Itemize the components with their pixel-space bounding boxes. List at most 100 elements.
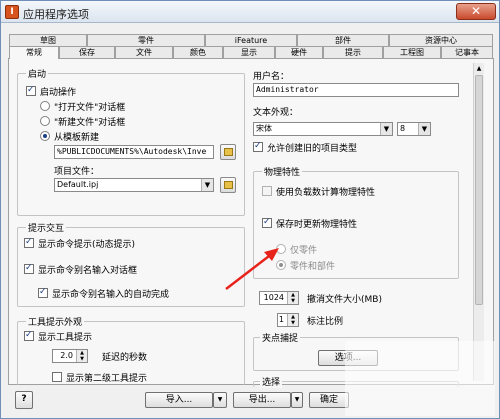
physical-group-title: 物理特性 [262, 165, 303, 178]
open-dialog-radio[interactable] [40, 101, 50, 111]
undo-size-value: 1024 [263, 293, 284, 302]
help-button[interactable]: ? [15, 391, 33, 409]
project-file-label: 项目文件： [54, 167, 100, 177]
close-button[interactable]: ✕ [456, 3, 496, 20]
watermark-overlay [345, 341, 495, 416]
chevron-down-icon: ▼ [294, 396, 300, 403]
window-title: 应用程序选项 [23, 8, 89, 21]
show-tooltips-checkbox[interactable] [24, 330, 34, 341]
tab-drawing[interactable]: 工程图 [383, 46, 441, 58]
general-tab-panel: 启动 启动操作 "打开文件"对话框 "新建文件"对话框 从模板新建 %PUBLI… [8, 58, 494, 388]
tab-part[interactable]: 零件 [87, 34, 205, 46]
ok-button[interactable]: 确定 [309, 392, 349, 408]
font-value: 宋体 [256, 124, 272, 133]
title-bar: I 应用程序选项 ✕ [1, 1, 499, 23]
user-name-field[interactable]: Administrator [253, 83, 459, 97]
chevron-down-icon: ▼ [380, 123, 392, 135]
folder-icon [224, 148, 233, 156]
prompt-group-title: 提示交互 [26, 221, 67, 234]
font-size-select[interactable]: 8 ▼ [397, 122, 431, 136]
allow-type-checkbox[interactable] [253, 141, 263, 152]
project-browse-button[interactable] [220, 177, 236, 193]
tooltip-group-title: 工具提示外观 [26, 315, 85, 328]
options-dialog: I 应用程序选项 ✕ 草图 零件 iFeature 部件 资源中心 常规 保存 … [0, 0, 500, 419]
project-file-select[interactable]: Default.ipj ▼ [54, 178, 214, 192]
project-file-value: Default.ipj [57, 180, 99, 189]
tab-save[interactable]: 保存 [59, 46, 115, 58]
import-dropdown-button[interactable]: ▼ [213, 392, 227, 408]
startup-group: 启动 启动操作 "打开文件"对话框 "新建文件"对话框 从模板新建 %PUBLI… [17, 67, 245, 216]
selection-group-title: 选择 [260, 375, 283, 388]
template-path-field[interactable]: %PUBLICDOCUMENTS%\Autodesk\Inve [54, 145, 214, 159]
text-appearance-label: 文本外观： [253, 108, 299, 118]
tab-color[interactable]: 颜色 [173, 46, 223, 58]
dimension-scale-spinner[interactable]: 1 ▲ ▼ [277, 313, 299, 327]
tab-prompts[interactable]: 提示 [323, 46, 383, 58]
show-second-level-checkbox[interactable] [52, 372, 62, 382]
folder-icon [224, 181, 233, 189]
show-command-prompt-label: 显示命令提示(动态提示) [38, 240, 136, 250]
tab-assembly[interactable]: 部件 [297, 34, 389, 46]
import-button[interactable]: 导入... [145, 392, 213, 408]
show-alias-autocomplete-label: 显示命令别名输入的自动完成 [52, 290, 170, 300]
template-browse-button[interactable] [220, 144, 236, 160]
font-size-value: 8 [400, 124, 406, 133]
tab-notebook[interactable]: 记事本 [441, 46, 493, 58]
show-second-level-label: 显示第二级工具提示 [66, 374, 148, 384]
export-button[interactable]: 导出... [233, 392, 291, 408]
parts-and-assemblies-label: 零件和部件 [290, 262, 336, 272]
parts-only-label: 仅零件 [290, 246, 318, 256]
parts-only-radio[interactable] [276, 244, 286, 254]
physical-properties-group: 物理特性 使用负载数计算物理特性 保存时更新物理特性 仅零件 零件和部件 [253, 165, 459, 279]
dimension-scale-value: 1 [278, 315, 284, 324]
use-previous-checkbox[interactable] [262, 186, 272, 196]
tooltip-group: 工具提示外观 显示工具提示 2.0 ▲▼ 延迟的秒数 显示第二级工具提示 [17, 315, 245, 385]
inventor-logo-icon: I [5, 5, 19, 19]
open-dialog-label: "打开文件"对话框 [54, 103, 126, 113]
new-dialog-label: "新建文件"对话框 [54, 118, 126, 128]
startup-action-checkbox[interactable] [26, 85, 36, 96]
use-previous-label: 使用负载数计算物理特性 [276, 188, 376, 198]
spin-arrows-icon[interactable]: ▲ ▼ [76, 350, 87, 362]
show-alias-dialog-label: 显示命令别名输入对话框 [38, 266, 138, 276]
allow-type-label: 允许创建旧的项目类型 [267, 144, 358, 154]
startup-action-label: 启动操作 [40, 88, 77, 98]
show-alias-dialog-checkbox[interactable] [24, 263, 34, 274]
tab-display[interactable]: 显示 [223, 46, 275, 58]
chevron-down-icon: ▼ [418, 123, 430, 135]
undo-size-label: 撤消文件大小(MB) [307, 295, 382, 305]
show-tooltips-label: 显示工具提示 [38, 333, 93, 343]
tooltip-delay-spinner[interactable]: 2.0 ▲ ▼ [52, 349, 88, 363]
update-on-save-label: 保存时更新物理特性 [276, 220, 358, 230]
startup-group-title: 启动 [26, 67, 49, 80]
tooltip-delay-value: 2.0 [60, 351, 73, 360]
from-template-label: 从模板新建 [54, 133, 100, 143]
spin-arrows-icon[interactable]: ▲ ▼ [287, 292, 298, 304]
undo-size-spinner[interactable]: 1024 ▲ ▼ [259, 291, 299, 305]
tab-sketch[interactable]: 草图 [9, 34, 87, 46]
export-dropdown-button[interactable]: ▼ [291, 392, 303, 408]
chevron-down-icon: ▼ [201, 179, 213, 191]
tab-file[interactable]: 文件 [115, 46, 173, 58]
from-template-radio[interactable] [40, 131, 50, 141]
panel-scrollbar[interactable]: ▲ [473, 63, 484, 381]
spin-arrows-icon[interactable]: ▲ ▼ [287, 314, 298, 326]
show-command-prompt-checkbox[interactable] [24, 237, 34, 248]
scroll-up-icon[interactable]: ▲ [474, 63, 484, 74]
chevron-down-icon: ▼ [217, 396, 223, 403]
update-on-save-checkbox[interactable] [262, 217, 272, 228]
grip-snap-group-title: 夹点捕捉 [260, 331, 301, 344]
prompt-interaction-group: 提示交互 显示命令提示(动态提示) 显示命令别名输入对话框 显示命令别名输入的自… [17, 221, 245, 307]
show-alias-autocomplete-checkbox[interactable] [38, 287, 48, 298]
tab-hardware[interactable]: 硬件 [275, 46, 323, 58]
user-name-label: 用户名： [253, 72, 290, 82]
new-dialog-radio[interactable] [40, 116, 50, 126]
tab-ifeature[interactable]: iFeature [205, 34, 297, 46]
tooltip-delay-label: 延迟的秒数 [102, 353, 148, 363]
tab-general[interactable]: 常规 [9, 46, 59, 59]
scroll-thumb[interactable] [475, 75, 483, 305]
parts-and-assemblies-radio[interactable] [276, 260, 286, 270]
tab-content-center[interactable]: 资源中心 [389, 34, 493, 46]
font-select[interactable]: 宋体 ▼ [253, 122, 393, 136]
dimension-scale-label: 标注比例 [307, 317, 344, 327]
